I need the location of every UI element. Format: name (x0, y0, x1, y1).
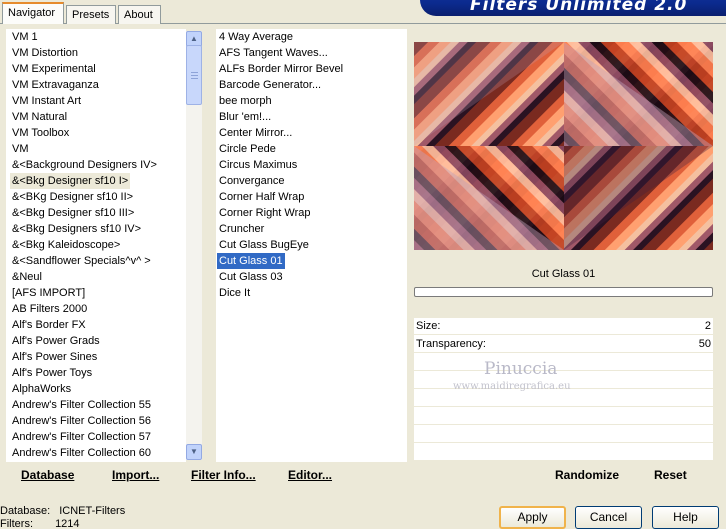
list-item[interactable]: Convergance (217, 173, 286, 189)
param-value[interactable]: 2 (705, 320, 711, 332)
list-item[interactable]: Andrew's Filter Collection 60 (10, 445, 153, 461)
list-item[interactable]: &<Bkg Designer sf10 III> (10, 205, 136, 221)
list-item[interactable]: &Neul (10, 269, 44, 285)
status-database-value: ICNET-Filters (59, 505, 126, 517)
param-value[interactable]: 50 (699, 338, 711, 350)
watermark-site: www.maidiregrafica.eu (453, 381, 571, 392)
list-item[interactable]: ALFs Border Mirror Bevel (217, 61, 345, 77)
list-item[interactable]: AB Filters 2000 (10, 301, 89, 317)
list-item[interactable]: Cut Glass 01 (217, 253, 285, 269)
list-item[interactable]: 4 Way Average (217, 29, 295, 45)
preview-filter-name: Cut Glass 01 (414, 262, 713, 286)
status-database: Database: ICNET-Filters (0, 505, 125, 517)
list-item[interactable]: Alf's Power Toys (10, 365, 94, 381)
filter-info-button[interactable]: Filter Info... (191, 463, 256, 488)
list-item[interactable]: &<Bkg Designers sf10 IV> (10, 221, 143, 237)
list-item[interactable]: VM Instant Art (10, 93, 83, 109)
list-item[interactable]: &<Sandflower Specials^v^ > (10, 253, 153, 269)
param-row-empty (414, 444, 713, 461)
list-item[interactable]: Corner Right Wrap (217, 205, 313, 221)
database-button[interactable]: Database (21, 463, 74, 488)
filter-list[interactable]: 4 Way Average AFS Tangent Waves... ALFs Bo… (216, 29, 407, 462)
list-item[interactable]: AFS Tangent Waves... (217, 45, 330, 61)
tab-navigator[interactable]: Navigator (2, 2, 64, 24)
import-button[interactable]: Import... (112, 463, 159, 488)
progress-bar (414, 287, 713, 297)
list-item[interactable]: Andrew's Filter Collection 55 (10, 397, 153, 413)
status-filters-value: 1214 (55, 518, 80, 529)
reset-button[interactable]: Reset (654, 463, 687, 488)
list-item[interactable]: Cruncher (217, 221, 266, 237)
param-label: Transparency: (416, 338, 486, 350)
help-button[interactable]: Help (652, 506, 719, 529)
category-scrollbar[interactable]: ▲ ▼ (186, 31, 202, 460)
apply-button[interactable]: Apply (499, 506, 566, 529)
list-item[interactable]: VM Toolbox (10, 125, 71, 141)
list-item[interactable]: Corner Half Wrap (217, 189, 306, 205)
list-item[interactable]: Cut Glass BugEye (217, 237, 311, 253)
scroll-thumb[interactable] (186, 45, 202, 105)
list-item[interactable]: Dice It (217, 285, 252, 301)
list-item[interactable]: Circle Pede (217, 141, 278, 157)
param-label: Size: (416, 320, 441, 332)
list-item[interactable]: VM Extravaganza (10, 77, 101, 93)
list-item[interactable]: VM (10, 141, 31, 157)
list-item[interactable]: VM Distortion (10, 45, 80, 61)
list-item[interactable]: Circus Maximus (217, 157, 299, 173)
param-row-empty (414, 408, 713, 425)
scroll-down-icon[interactable]: ▼ (186, 444, 202, 460)
list-item[interactable]: Alf's Power Sines (10, 349, 99, 365)
tab-presets[interactable]: Presets (66, 5, 116, 24)
list-item[interactable]: bee morph (217, 93, 274, 109)
status-database-label: Database: (0, 505, 51, 517)
param-row-empty (414, 354, 713, 371)
param-row-empty (414, 390, 713, 407)
status-filters-label: Filters: (0, 518, 33, 529)
param-row-empty (414, 426, 713, 443)
list-item[interactable]: Alf's Power Grads (10, 333, 102, 349)
list-item[interactable]: &<Bkg Designer sf10 I> (10, 173, 131, 189)
param-row-transparency[interactable]: Transparency: 50 (414, 336, 713, 353)
list-item[interactable]: &<BKg Designer sf10 II> (10, 189, 135, 205)
banner-title: Filters Unlimited 2.0 (470, 0, 688, 15)
editor-button[interactable]: Editor... (288, 463, 332, 488)
list-item[interactable]: Alf's Border FX (10, 317, 88, 333)
list-item[interactable]: Cut Glass 03 (217, 269, 285, 285)
tab-about[interactable]: About (118, 5, 161, 24)
list-item[interactable]: VM 1 (10, 29, 40, 45)
list-item[interactable]: Center Mirror... (217, 125, 294, 141)
list-item[interactable]: VM Experimental (10, 61, 98, 77)
preview-image (414, 42, 713, 250)
status-filters: Filters: 1214 (0, 518, 80, 529)
list-item[interactable]: Andrew's Filter Collection 57 (10, 429, 153, 445)
list-item[interactable]: &<Background Designers IV> (10, 157, 159, 173)
list-item[interactable]: Andrew's Filter Collection 56 (10, 413, 153, 429)
param-row-size[interactable]: Size: 2 (414, 318, 713, 335)
list-item[interactable]: AlphaWorks (10, 381, 73, 397)
list-item[interactable]: Barcode Generator... (217, 77, 323, 93)
category-list[interactable]: VM 1 VM Distortion VM Experimental VM Extra… (6, 29, 186, 462)
list-item[interactable]: VM Natural (10, 109, 69, 125)
randomize-button[interactable]: Randomize (555, 463, 619, 488)
list-item[interactable]: Blur 'em!... (217, 109, 273, 125)
list-item[interactable]: [AFS IMPORT] (10, 285, 87, 301)
list-item[interactable]: &<Bkg Kaleidoscope> (10, 237, 122, 253)
cancel-button[interactable]: Cancel (575, 506, 642, 529)
watermark-name: Pinuccia (484, 359, 558, 379)
